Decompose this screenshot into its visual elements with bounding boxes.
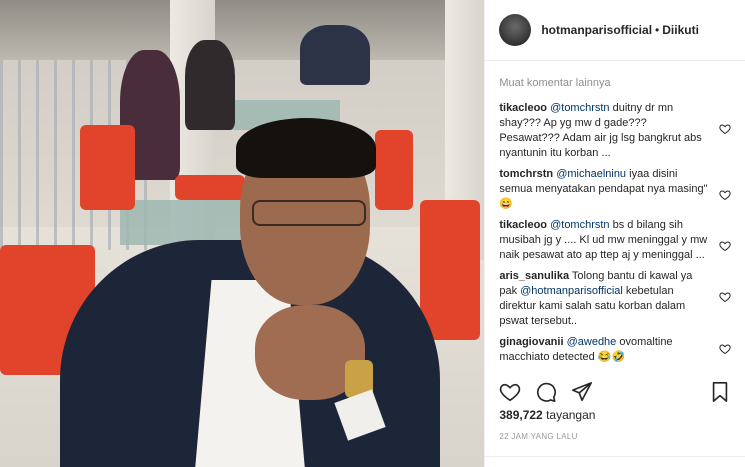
post-header: hotmanparisofficial • Diikuti (485, 0, 745, 61)
comment-item: tikacleoo @tomchrstn bs d bilang sih mus… (499, 218, 731, 263)
comment-item: tikacleoo @tomchrstn duitny dr mn shay??… (499, 101, 731, 161)
divider (485, 456, 745, 457)
header-separator: • (655, 23, 660, 37)
scene-chair (80, 125, 135, 210)
username-link[interactable]: hotmanparisofficial (541, 23, 652, 37)
scene-chair (420, 200, 480, 340)
views-label: tayangan (542, 408, 596, 422)
load-more-comments[interactable]: Muat komentar lainnya (499, 77, 731, 89)
heart-icon[interactable] (719, 123, 731, 135)
subject-hair (236, 118, 376, 178)
scene-ceiling (0, 0, 485, 60)
scene-chair (175, 175, 245, 200)
avatar[interactable] (499, 14, 532, 46)
comment-username[interactable]: tikacleoo (499, 219, 547, 231)
subject-glasses (252, 200, 366, 226)
post-video[interactable] (0, 0, 485, 467)
comment-icon[interactable] (535, 381, 557, 403)
comment-item: ginagiovanii @awedhe ovomaltine macchiat… (499, 335, 731, 365)
views-number: 389,722 (499, 408, 543, 422)
heart-icon[interactable] (719, 291, 731, 303)
comment-mention[interactable]: @tomchrstn (550, 102, 609, 114)
scene-person (300, 25, 370, 85)
heart-icon[interactable] (719, 343, 731, 355)
comment-item: tomchrstn @michaelninu iyaa disini semua… (499, 167, 731, 212)
heart-icon[interactable] (719, 240, 731, 252)
comment-username[interactable]: tikacleoo (499, 102, 547, 114)
scene-chair (375, 130, 413, 210)
comment-username[interactable]: aris_sanulika (499, 270, 569, 282)
post-window: hotmanparisofficial • Diikuti Muat komen… (0, 0, 745, 467)
heart-icon[interactable] (499, 381, 521, 403)
heart-icon[interactable] (719, 189, 731, 201)
comments-list: Muat komentar lainnya tikacleoo @tomchrs… (485, 61, 745, 373)
comment-mention[interactable]: @awedhe (567, 336, 617, 348)
bookmark-icon[interactable] (709, 381, 731, 403)
post-actions (499, 378, 731, 406)
post-timestamp[interactable]: 22 JAM YANG LALU (499, 432, 577, 441)
comment-mention[interactable]: @michaelninu (556, 168, 626, 180)
scene-person (185, 40, 235, 130)
comment-username[interactable]: ginagiovanii (499, 336, 563, 348)
comment-username[interactable]: tomchrstn (499, 168, 553, 180)
post-sidebar: hotmanparisofficial • Diikuti Muat komen… (484, 0, 745, 467)
comment-item: aris_sanulika Tolong bantu di kawal ya p… (499, 269, 731, 329)
views-count[interactable]: 389,722 tayangan (499, 408, 595, 422)
share-icon[interactable] (571, 381, 593, 403)
comment-mention[interactable]: @tomchrstn (550, 219, 609, 231)
follow-status-button[interactable]: Diikuti (662, 23, 699, 37)
comment-mention[interactable]: @hotmanparisofficial (520, 285, 623, 297)
